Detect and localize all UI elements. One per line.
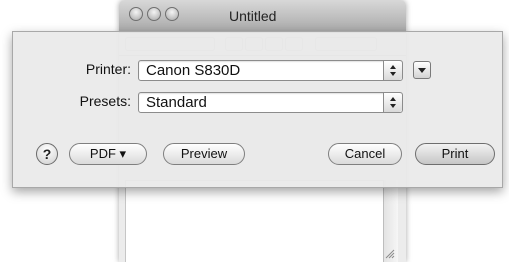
pdf-button[interactable]: PDF ▾ (69, 143, 147, 165)
popup-arrows-icon (383, 61, 402, 80)
presets-popup[interactable]: Standard (138, 92, 403, 113)
zoom-icon[interactable] (165, 7, 179, 21)
window-titlebar[interactable]: Untitled (119, 0, 406, 33)
window-title: Untitled (229, 8, 277, 24)
resize-grip-icon[interactable] (385, 249, 395, 259)
printer-popup[interactable]: Canon S830D (138, 60, 403, 81)
printer-label: Printer: (85, 61, 131, 77)
cancel-button[interactable]: Cancel (328, 143, 402, 165)
print-button[interactable]: Print (415, 143, 495, 165)
document-text-area[interactable] (125, 180, 398, 262)
popup-arrows-icon (383, 93, 402, 112)
help-button[interactable]: ? (36, 143, 58, 165)
preview-button[interactable]: Preview (163, 143, 245, 165)
screen: Untitled Printer: Canon S830D Presets: S… (0, 0, 509, 262)
close-icon[interactable] (129, 7, 143, 21)
printer-value: Canon S830D (146, 62, 241, 79)
print-sheet: Printer: Canon S830D Presets: Standard ?… (12, 31, 503, 188)
presets-value: Standard (146, 94, 207, 111)
presets-label: Presets: (79, 93, 131, 109)
disclosure-triangle-icon[interactable] (413, 61, 431, 79)
minimize-icon[interactable] (147, 7, 161, 21)
